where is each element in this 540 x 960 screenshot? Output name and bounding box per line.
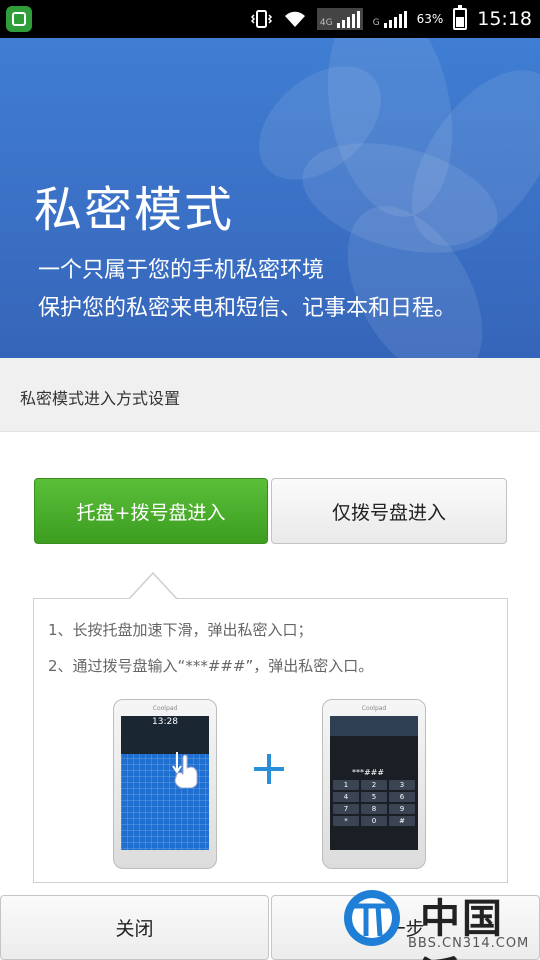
dialpad-key: 1: [333, 780, 359, 790]
battery-icon: [453, 5, 468, 30]
hero-subtitle-line1: 一个只属于您的手机私密环境: [38, 258, 325, 283]
plus-icon: [254, 754, 284, 784]
watermark-url: BBS.CN314.COM: [408, 936, 530, 951]
dialpad-key: #: [389, 816, 415, 826]
dialpad-only-mode-button[interactable]: 仅拨号盘进入: [271, 478, 507, 544]
swipe-hand-icon: [172, 752, 198, 788]
dialpad-key: 2: [361, 780, 387, 790]
section-header: 私密模式进入方式设置: [0, 358, 540, 432]
section-title: 私密模式进入方式设置: [20, 389, 181, 408]
dialpad-keys: 1 2 3 4 5 6 7 8 9 * 0 #: [333, 780, 415, 826]
selection-pointer-icon: [129, 572, 177, 599]
page-title: 私密模式: [34, 182, 235, 238]
sim2-signal-icon: G: [373, 10, 407, 28]
watermark: 中国派 BBS.CN314.COM: [340, 884, 540, 960]
hero-banner: 私密模式 一个只属于您的手机私密环境 保护您的私密来电和短信、记事本和日程。: [0, 38, 540, 358]
hero-subtitle-line2: 保护您的私密来电和短信、记事本和日程。: [38, 296, 457, 321]
watermark-logo-icon: [344, 890, 400, 946]
close-button[interactable]: 关闭: [0, 895, 269, 960]
clock: 15:18: [477, 8, 532, 30]
instructions-panel: 1、长按托盘加速下滑，弹出私密入口； 2、通过拨号盘输入“***###”，弹出私…: [33, 598, 508, 883]
phone-brand-label: Coolpad: [361, 705, 387, 712]
instruction-step-2: 2、通过拨号盘输入“***###”，弹出私密入口。: [48, 657, 374, 675]
wifi-icon: [284, 11, 305, 27]
dialpad-key: 8: [361, 804, 387, 814]
network-type-label: 4G: [319, 18, 333, 28]
dialpad-key: 0: [361, 816, 387, 826]
vibrate-icon: [250, 10, 272, 28]
dialpad-key: 7: [333, 804, 359, 814]
dialpad-key: *: [333, 816, 359, 826]
dialpad-key: 3: [389, 780, 415, 790]
app-notification-icon: [6, 6, 32, 32]
sim2-label: G: [372, 18, 380, 28]
dial-input-display: ***###: [351, 768, 385, 777]
phone-brand-label: Coolpad: [152, 705, 178, 712]
dialpad-illustration: Coolpad ***### 1 2 3 4 5 6 7 8 9 * 0 #: [322, 699, 426, 869]
dialpad-key: 4: [333, 792, 359, 802]
dialpad-key: 9: [389, 804, 415, 814]
tray-time-label: 13:28: [152, 717, 178, 727]
status-icons: 4G G 63% 15:18: [250, 0, 532, 38]
tray-and-dialpad-mode-button[interactable]: 托盘+拨号盘进入: [34, 478, 268, 544]
battery-percent: 63%: [416, 12, 444, 26]
instruction-step-1: 1、长按托盘加速下滑，弹出私密入口；: [48, 621, 313, 639]
dialpad-key: 5: [361, 792, 387, 802]
sim1-signal-icon: 4G: [316, 8, 363, 30]
status-bar: 4G G 63% 15:18: [0, 0, 540, 38]
tray-gesture-illustration: Coolpad 13:28: [113, 699, 217, 869]
dialpad-key: 6: [389, 792, 415, 802]
